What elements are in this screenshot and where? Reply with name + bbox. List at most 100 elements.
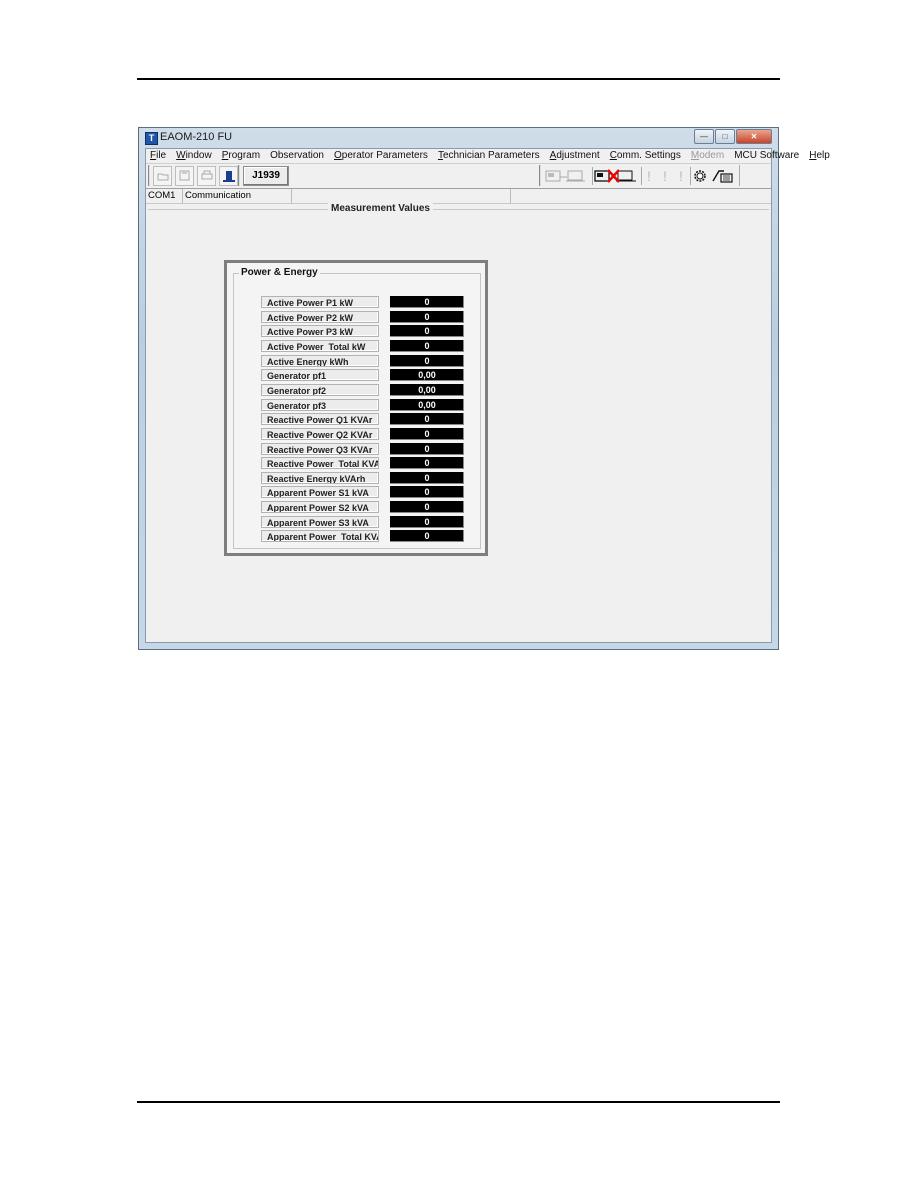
measurement-value: 0	[390, 515, 464, 528]
exit-button[interactable]	[219, 165, 238, 186]
section-divider	[148, 209, 769, 210]
measurement-label: Reactive Power Q3 KVAr	[261, 442, 379, 455]
menu-file[interactable]: File	[150, 149, 166, 163]
menu-program[interactable]: Program	[222, 149, 260, 163]
menu-accelerator: O	[334, 150, 342, 161]
measurement-label: Generator pf1	[261, 369, 379, 382]
page-footer-rule	[137, 1101, 780, 1103]
menu-label: odem	[699, 150, 725, 161]
measurement-label: Reactive Power Q1 KVAr	[261, 413, 379, 426]
status-port: COM1	[146, 189, 183, 203]
section-title: Measurement Values	[328, 203, 433, 214]
page-header-rule	[137, 78, 780, 80]
exit-door-icon	[222, 170, 235, 182]
menu-label: omm. Settings	[616, 150, 681, 161]
alarm-button-2[interactable]: !	[658, 167, 672, 185]
close-icon: ✕	[750, 132, 758, 141]
measurement-label: Active Power P2 kW	[261, 310, 379, 323]
disconnect-icon	[594, 168, 636, 183]
save-button[interactable]	[175, 165, 194, 186]
measurement-value: 0	[390, 325, 464, 338]
status-bar: COM1 Communication	[146, 189, 771, 204]
open-folder-icon	[157, 173, 168, 180]
modem-button[interactable]	[711, 167, 735, 185]
print-icon	[201, 170, 212, 180]
measurement-label: Active Energy kWh	[261, 354, 379, 367]
open-button[interactable]	[153, 165, 172, 186]
maximize-button[interactable]: □	[715, 129, 735, 144]
modem-phone-icon	[712, 169, 733, 183]
measurement-label: Apparent Power S1 kVA	[261, 486, 379, 499]
measurement-value: 0	[390, 354, 464, 367]
measurement-label: Reactive Power Q2 KVAr	[261, 427, 379, 440]
measurement-value: 0	[390, 471, 464, 484]
menu-bar: File Window Program Observation Operator Par…	[146, 149, 830, 163]
connect-icon	[545, 170, 585, 181]
alarm-icon-3: !	[679, 167, 683, 184]
measurement-label: Active Power P3 kW	[261, 325, 379, 338]
print-button[interactable]	[197, 165, 216, 186]
measurement-label: Generator pf2	[261, 383, 379, 396]
menu-label: rogram	[228, 150, 261, 161]
menu-window[interactable]: Window	[176, 149, 212, 163]
status-field-3	[292, 189, 511, 203]
menu-accelerator: C	[609, 150, 617, 161]
measurement-value: 0	[390, 413, 464, 426]
measurement-value: 0	[390, 530, 464, 543]
menu-help[interactable]: Help	[809, 149, 830, 163]
menu-operator-parameters[interactable]: Operator Parameters	[334, 149, 428, 163]
measurement-area: Measurement Values Power & Energy Active…	[146, 203, 771, 642]
measurement-label: Apparent Power S2 kVA	[261, 501, 379, 514]
measurement-value: 0	[390, 457, 464, 470]
menu-technician-parameters[interactable]: Technician Parameters	[438, 149, 540, 163]
menu-label: perator Parameters	[341, 150, 428, 161]
alarm-button-3[interactable]: !	[674, 167, 688, 185]
menu-modem[interactable]: Modem	[691, 149, 724, 163]
menu-label: ile	[156, 150, 167, 161]
alarm-button-1[interactable]: !	[641, 166, 656, 185]
menu-mcu-software[interactable]: MCU Software	[734, 149, 799, 163]
measurement-value: 0	[390, 339, 464, 352]
minimize-button[interactable]: —	[694, 129, 714, 144]
menu-accelerator: M	[690, 150, 700, 161]
status-communication: Communication	[183, 189, 292, 203]
measurement-value: 0	[390, 296, 464, 308]
menu-comm-settings[interactable]: Comm. Settings	[610, 149, 681, 163]
measurement-label: Active Power P1 kW	[261, 296, 379, 308]
client-area: File Window Program Observation Operator Par…	[145, 148, 830, 643]
groupbox-title: Power & Energy	[239, 267, 320, 278]
menu-adjustment[interactable]: Adjustment	[550, 149, 600, 163]
measurement-label: Generator pf3	[261, 398, 379, 411]
alarm-icon-2: !	[663, 167, 667, 184]
maximize-icon: □	[722, 132, 728, 141]
menu-label: elp	[816, 150, 830, 161]
measurement-label: Reactive Energy kVArh	[261, 471, 379, 484]
j1939-button[interactable]: J1939	[243, 165, 289, 186]
menu-observation[interactable]: Observation	[270, 149, 324, 163]
menu-label: Observation	[270, 150, 324, 161]
menu-accelerator: W	[176, 150, 186, 161]
status-field-4	[511, 189, 771, 203]
toolbar: J1939 ! ! !	[146, 163, 771, 189]
measurement-value: 0	[390, 427, 464, 440]
close-button[interactable]: ✕	[736, 129, 772, 144]
app-window: T EAOM-210 FU — □ ✕ File Window Program Obs…	[138, 127, 830, 650]
disconnect-button[interactable]	[592, 166, 639, 185]
connect-button[interactable]	[544, 167, 590, 185]
window-title: EAOM-210 FU	[160, 131, 233, 143]
measurement-value: 0	[390, 486, 464, 499]
measurement-label: Reactive Power Total KVAr	[261, 457, 379, 470]
measurement-value: 0,00	[390, 383, 464, 396]
alarm-icon-1: !	[647, 167, 651, 184]
power-energy-panel: Power & Energy Active Power P1 kW 0 Active…	[224, 260, 488, 556]
measurement-label: Active Power Total kW	[261, 339, 379, 352]
measurement-label: Apparent Power S3 kVA	[261, 515, 379, 528]
measurement-value: 0	[390, 501, 464, 514]
measurement-value: 0,00	[390, 369, 464, 382]
title-bar: T EAOM-210 FU — □ ✕	[139, 128, 778, 147]
measurement-label: Apparent Power Total KVA	[261, 530, 379, 543]
menu-label: djustment	[556, 150, 600, 161]
settings-button[interactable]	[690, 166, 709, 185]
save-disk-icon	[179, 170, 190, 181]
menu-label: MCU Software	[734, 150, 800, 161]
